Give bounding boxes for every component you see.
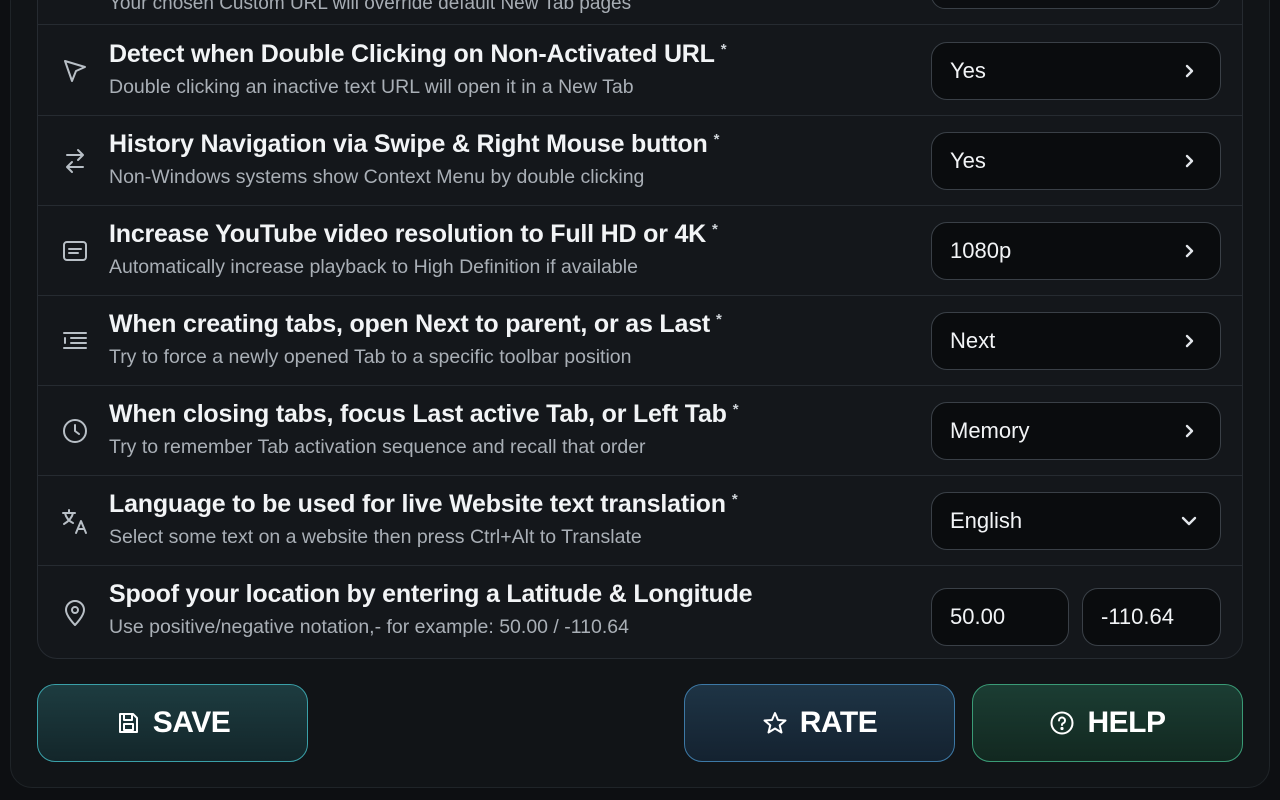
tab-close-focus-select[interactable]: Memory xyxy=(931,402,1221,460)
setting-title: Spoof your location by entering a Latitu… xyxy=(109,580,753,608)
double-click-url-select[interactable]: Yes xyxy=(931,42,1221,100)
setting-description: Try to force a newly opened Tab to a spe… xyxy=(109,346,632,368)
setting-description: Select some text on a website then press… xyxy=(109,526,642,548)
setting-row-custom-url: Your chosen Custom URL will override def… xyxy=(38,0,1242,25)
setting-title-text: When closing tabs, focus Last active Tab… xyxy=(109,400,727,428)
tab-creation-position-select[interactable]: Next xyxy=(931,312,1221,370)
setting-description: Non-Windows systems show Context Menu by… xyxy=(109,166,645,188)
setting-row-location-spoof: Spoof your location by entering a Latitu… xyxy=(38,566,1242,658)
translate-icon xyxy=(60,506,90,536)
star-marker: * xyxy=(712,221,718,238)
setting-title-text: Language to be used for live Website tex… xyxy=(109,490,726,518)
setting-row-double-click-url: Detect when Double Clicking on Non-Activ… xyxy=(38,26,1242,116)
setting-row-tab-creation-position: When creating tabs, open Next to parent,… xyxy=(38,296,1242,386)
chevron-right-icon xyxy=(1180,332,1198,350)
longitude-input[interactable] xyxy=(1082,588,1221,646)
star-marker: * xyxy=(713,131,720,148)
setting-title: Detect when Double Clicking on Non-Activ… xyxy=(109,40,727,69)
chevron-down-icon xyxy=(1180,512,1198,530)
setting-title: Language to be used for live Website tex… xyxy=(109,490,738,519)
question-circle-icon xyxy=(1049,710,1075,736)
settings-list: Your chosen Custom URL will override def… xyxy=(37,0,1243,659)
setting-title-text: Detect when Double Clicking on Non-Activ… xyxy=(109,40,715,68)
chevron-right-icon xyxy=(1180,242,1198,260)
star-marker: * xyxy=(731,491,738,508)
map-pin-icon xyxy=(60,598,90,628)
setting-row-youtube-resolution: Increase YouTube video resolution to Ful… xyxy=(38,206,1242,296)
star-marker: * xyxy=(732,401,739,418)
setting-description: Use positive/negative notation,- for exa… xyxy=(109,616,629,638)
setting-row-history-navigation: History Navigation via Swipe & Right Mou… xyxy=(38,116,1242,206)
video-box-icon xyxy=(60,236,90,266)
clock-icon xyxy=(60,416,90,446)
help-button-label: HELP xyxy=(1087,706,1166,739)
setting-description: Automatically increase playback to High … xyxy=(109,256,638,278)
save-button-label: SAVE xyxy=(152,706,231,739)
help-button[interactable]: HELP xyxy=(972,684,1243,762)
custom-url-input[interactable] xyxy=(931,0,1221,9)
setting-title: When closing tabs, focus Last active Tab… xyxy=(109,400,739,429)
latitude-input[interactable] xyxy=(931,588,1069,646)
select-value: Yes xyxy=(950,58,986,83)
setting-title-text: Increase YouTube video resolution to Ful… xyxy=(109,220,707,248)
chevron-right-icon xyxy=(1180,62,1198,80)
rate-button-label: RATE xyxy=(799,706,878,739)
select-value: Memory xyxy=(950,418,1030,443)
setting-title-text: History Navigation via Swipe & Right Mou… xyxy=(109,130,708,158)
setting-row-translation-language: Language to be used for live Website tex… xyxy=(38,476,1242,566)
save-button[interactable]: SAVE xyxy=(37,684,308,762)
setting-description: Your chosen Custom URL will override def… xyxy=(109,0,632,14)
setting-row-tab-close-focus: When closing tabs, focus Last active Tab… xyxy=(38,386,1242,476)
cursor-arrow-icon xyxy=(60,56,90,86)
star-marker: * xyxy=(716,311,722,328)
select-value: 1080p xyxy=(950,238,1012,263)
star-outline-icon xyxy=(762,710,788,736)
chevron-right-icon xyxy=(1180,422,1198,440)
history-navigation-select[interactable]: Yes xyxy=(931,132,1221,190)
translation-language-select[interactable]: English xyxy=(931,492,1221,550)
chevron-right-icon xyxy=(1180,152,1198,170)
swap-arrows-icon xyxy=(60,146,90,176)
indent-list-icon xyxy=(60,326,90,356)
setting-description: Double clicking an inactive text URL wil… xyxy=(109,76,634,98)
setting-title: History Navigation via Swipe & Right Mou… xyxy=(109,130,719,159)
setting-title: When creating tabs, open Next to parent,… xyxy=(109,310,722,339)
setting-description: Try to remember Tab activation sequence … xyxy=(109,436,646,458)
youtube-resolution-select[interactable]: 1080p xyxy=(931,222,1221,280)
setting-title-text: When creating tabs, open Next to parent,… xyxy=(109,310,711,338)
star-marker: * xyxy=(720,41,727,58)
select-value: Next xyxy=(950,328,996,353)
select-value: Yes xyxy=(950,148,986,173)
select-value: English xyxy=(950,508,1023,533)
setting-title: Increase YouTube video resolution to Ful… xyxy=(109,220,718,249)
floppy-disk-icon xyxy=(115,710,141,736)
rate-button[interactable]: RATE xyxy=(684,684,955,762)
